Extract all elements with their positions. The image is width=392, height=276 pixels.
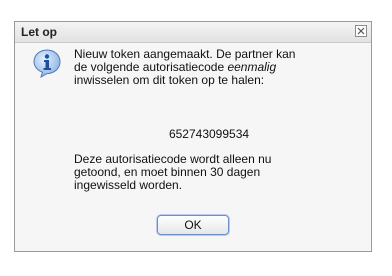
authorization-code: 652743099534 (168, 127, 250, 141)
message-emphasis: eenmalig (227, 60, 277, 74)
ok-button[interactable]: OK (157, 215, 229, 235)
message-line-prefix: de volgende autorisatiecode (74, 60, 228, 74)
message-line: inwisselen om dit token op te halen: (74, 73, 265, 87)
close-icon (357, 27, 365, 35)
close-button[interactable] (355, 25, 367, 37)
info-icon (33, 49, 61, 78)
dialog-titlebar: Let op (15, 22, 371, 43)
note-text: Deze autorisatiecode wordt alleen nu get… (74, 153, 334, 192)
dialog-title: Let op (21, 25, 57, 39)
note-line: ingewisseld worden. (74, 178, 183, 192)
message-text: Nieuw token aangemaakt. De partner kan d… (74, 48, 344, 87)
